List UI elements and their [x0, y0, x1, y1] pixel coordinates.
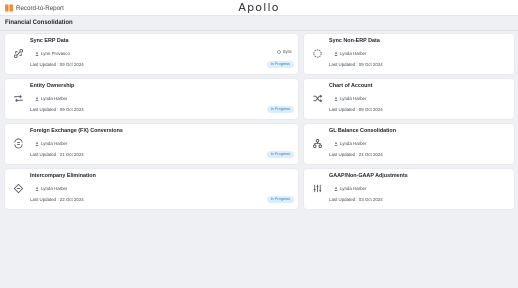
section-title: Financial Consolidation	[5, 20, 73, 26]
card-owner-name: Lynda Harber	[340, 96, 367, 101]
card-owner-name: Lynda Harber	[41, 141, 68, 146]
card-last-updated: Last Updated : 09 Oct 2024	[329, 62, 383, 67]
sync-icon	[276, 49, 281, 54]
card-title: GL Balance Consolidation	[329, 128, 396, 134]
sliders-icon	[311, 182, 323, 194]
card-owner: Lynn Provasco	[35, 51, 70, 56]
card-owner: Lynda Harber	[35, 96, 67, 101]
person-icon	[35, 141, 39, 146]
top-bar: Record-to-Report Apollo	[0, 0, 518, 16]
card-last-updated: Last Updated : 09 Oct 2024	[30, 62, 84, 67]
card-owner-name: Lynda Harber	[340, 186, 367, 191]
card-entity-ownership[interactable]: Entity Ownership Lynda Harber Last Updat…	[5, 79, 298, 119]
card-owner-name: Lynn Provasco	[41, 51, 70, 56]
app-title: Apollo	[238, 1, 280, 14]
sync-button[interactable]: Sync	[276, 49, 292, 54]
person-icon	[334, 96, 338, 101]
person-icon	[334, 186, 338, 191]
person-icon	[334, 141, 338, 146]
link-sync-icon	[12, 47, 24, 59]
person-icon	[35, 51, 39, 56]
status-badge: In Progress	[266, 196, 294, 203]
currency-exchange-icon	[12, 137, 24, 149]
card-title: Entity Ownership	[30, 83, 75, 89]
card-gl-balance-consolidation[interactable]: GL Balance Consolidation Lynda Harber La…	[304, 124, 514, 164]
dashed-sync-icon	[311, 47, 323, 59]
status-badge: In Progress	[266, 61, 294, 68]
card-last-updated: Last Updated : 09 Oct 2024	[329, 107, 383, 112]
card-last-updated: Last Updated : 03 Oct 2024	[329, 197, 383, 202]
person-icon	[35, 96, 39, 101]
card-gaap-adjustments[interactable]: GAAP/Non-GAAP Adjustments Lynda Harber L…	[304, 169, 514, 209]
card-last-updated: Last Updated : 21 Oct 2024	[30, 152, 84, 157]
card-title: Foreign Exchange (FX) Conversions	[30, 128, 123, 134]
card-owner: Lynda Harber	[334, 141, 366, 146]
section-divider	[0, 30, 518, 31]
repeat-icon	[12, 92, 24, 104]
card-title: GAAP/Non-GAAP Adjustments	[329, 173, 408, 179]
card-owner: Lynda Harber	[334, 96, 366, 101]
card-fx-conversions[interactable]: Foreign Exchange (FX) Conversions Lynda …	[5, 124, 298, 164]
card-owner-name: Lynda Harber	[340, 51, 367, 56]
person-icon	[334, 51, 338, 56]
card-owner-name: Lynda Harber	[41, 96, 68, 101]
card-last-updated: Last Updated : 21 Oct 2024	[329, 152, 383, 157]
status-badge: In Progress	[266, 151, 294, 158]
card-sync-non-erp-data[interactable]: Sync Non-ERP Data Lynda Harber Last Upda…	[304, 34, 514, 74]
card-sync-erp-data[interactable]: Sync ERP Data Lynn Provasco Sync Last Up…	[5, 34, 298, 74]
status-badge: In Progress	[266, 106, 294, 113]
hierarchy-icon	[311, 137, 323, 149]
card-chart-of-account[interactable]: Chart of Account Lynda Harber Last Updat…	[304, 79, 514, 119]
card-last-updated: Last Updated : 22 Oct 2024	[30, 197, 84, 202]
card-owner: Lynda Harber	[35, 186, 67, 191]
card-last-updated: Last Updated : 09 Oct 2024	[30, 107, 84, 112]
card-owner-name: Lynda Harber	[41, 186, 68, 191]
card-owner: Lynda Harber	[35, 141, 67, 146]
card-owner: Lynda Harber	[334, 51, 366, 56]
card-owner-name: Lynda Harber	[340, 141, 367, 146]
card-title: Intercompany Elimination	[30, 173, 96, 179]
card-owner: Lynda Harber	[334, 186, 366, 191]
sync-label: Sync	[282, 49, 292, 54]
card-title: Chart of Account	[329, 83, 373, 89]
shuffle-icon	[311, 92, 323, 104]
person-icon	[35, 186, 39, 191]
card-title: Sync ERP Data	[30, 38, 69, 44]
card-title: Sync Non-ERP Data	[329, 38, 380, 44]
card-intercompany-elimination[interactable]: Intercompany Elimination Lynda Harber La…	[5, 169, 298, 209]
diamond-minus-icon	[12, 182, 24, 194]
